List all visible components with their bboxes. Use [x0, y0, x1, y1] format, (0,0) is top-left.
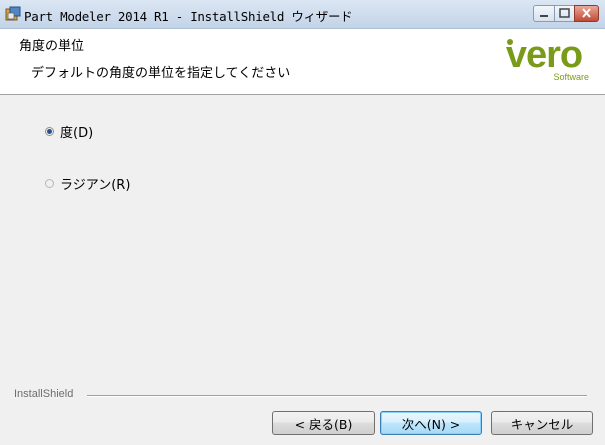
installer-app-icon	[5, 6, 21, 21]
wizard-content: 度(D) ラジアン(R)	[0, 95, 605, 383]
maximize-button[interactable]	[554, 5, 575, 22]
window-title: Part Modeler 2014 R1 - InstallShield ウィザ…	[24, 9, 353, 24]
divider	[87, 395, 587, 397]
radio-degrees[interactable]: 度(D)	[45, 122, 93, 141]
title-bar[interactable]: Part Modeler 2014 R1 - InstallShield ウィザ…	[0, 0, 605, 29]
svg-text:Software: Software	[553, 72, 589, 82]
radio-button-degrees[interactable]	[45, 127, 54, 136]
close-button[interactable]	[574, 5, 599, 22]
vero-software-logo: vero Software	[506, 34, 589, 82]
cancel-button[interactable]: キャンセル	[491, 411, 593, 435]
back-button[interactable]: < 戻る(B)	[272, 411, 375, 435]
next-button[interactable]: 次へ(N) >	[380, 411, 482, 435]
svg-text:vero: vero	[506, 34, 582, 76]
maximize-icon	[559, 8, 570, 18]
radio-label-degrees: 度(D)	[60, 126, 94, 141]
radio-button-radians[interactable]	[45, 179, 54, 188]
page-subtitle: デフォルトの角度の単位を指定してください	[31, 66, 291, 81]
radio-label-radians: ラジアン(R)	[60, 178, 131, 193]
brand-label: InstallShield	[14, 388, 74, 400]
installshield-branding: InstallShield	[0, 388, 605, 402]
page-title: 角度の単位	[19, 39, 85, 54]
radio-radians[interactable]: ラジアン(R)	[45, 174, 130, 193]
close-icon	[582, 8, 591, 18]
minimize-button[interactable]	[533, 5, 555, 22]
minimize-icon	[540, 15, 548, 17]
wizard-header: 角度の単位 デフォルトの角度の単位を指定してください vero Software	[0, 29, 605, 95]
